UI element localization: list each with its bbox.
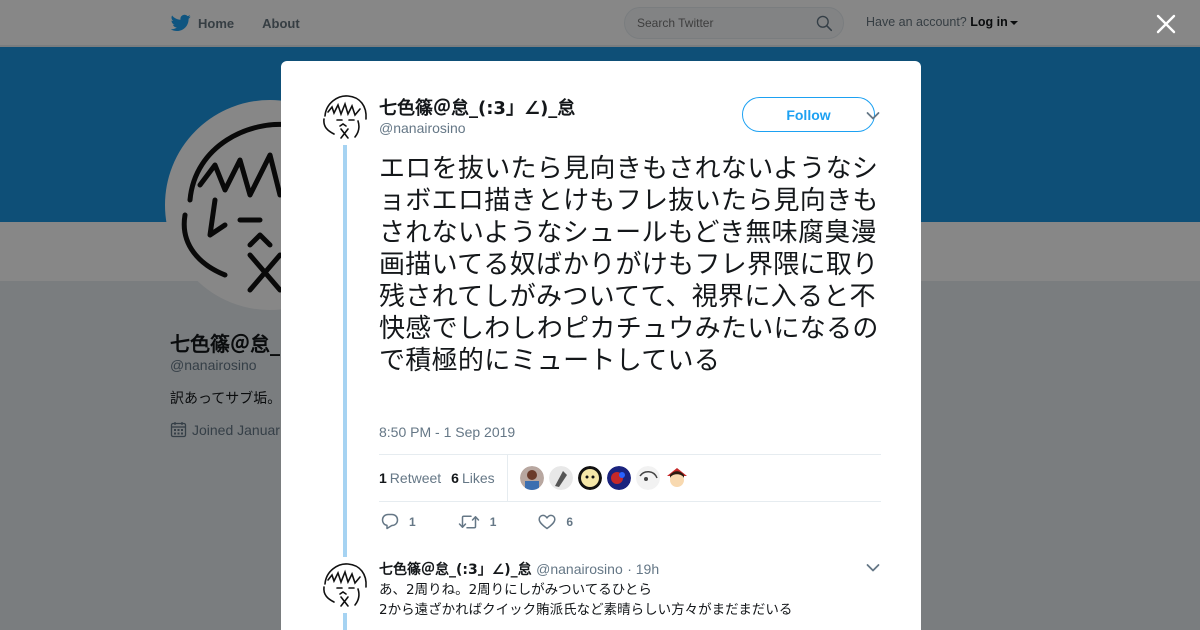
tweet-author-handle[interactable]: @nanairosino (379, 120, 466, 136)
thread-line (343, 145, 347, 557)
reply-thread-line (343, 613, 347, 630)
chevron-down-icon[interactable] (866, 563, 880, 573)
close-icon[interactable] (1154, 12, 1178, 36)
reply-line-2: 2から遠ざかればクイック賄派氏など素晴らしい方々がまだまだいる (379, 602, 793, 618)
reply-author-name[interactable]: 七色篠＠怠_(:3」∠)_怠 (379, 562, 532, 578)
reply-author-handle[interactable]: @nanairosino (536, 561, 623, 577)
reply-author-avatar[interactable] (320, 559, 370, 609)
liker-avatar[interactable] (635, 466, 660, 490)
like-action[interactable]: 6 (538, 514, 573, 530)
retweet-stat-count: 1 (379, 470, 387, 486)
tweet-stats: 1 Retweet 6 Likes (379, 454, 881, 502)
retweet-icon (458, 514, 479, 529)
retweet-stat[interactable]: 1 Retweet (379, 470, 441, 486)
likes-stat[interactable]: 6 Likes (451, 470, 494, 486)
reply-icon (381, 513, 399, 530)
likes-stat-count: 6 (451, 470, 459, 486)
reply-header: 七色篠＠怠_(:3」∠)_怠 @nanairosino · 19h (379, 559, 659, 579)
tweet-modal: 七色篠＠怠_(:3」∠)_怠 @nanairosino Follow エロを抜い… (281, 61, 921, 630)
stats-divider (506, 455, 508, 501)
tweet-timestamp[interactable]: 8:50 PM - 1 Sep 2019 (379, 424, 515, 440)
reply-line-1: あ、2周りね。2周りにしがみついてるひとら (379, 582, 652, 598)
tweet-text: エロを抜いたら見向きもされないようなショボエロ描きとけもフレ抜いたら見向きもされ… (379, 154, 879, 376)
like-action-count: 6 (566, 514, 574, 529)
heart-icon (538, 514, 556, 529)
likes-stat-label: Likes (461, 470, 495, 486)
liker-avatar[interactable] (606, 466, 631, 490)
reply-action[interactable]: 1 (381, 513, 416, 530)
author-avatar[interactable] (320, 91, 370, 141)
reply-time[interactable]: · 19h (627, 561, 659, 577)
tweet-author-name[interactable]: 七色篠＠怠_(:3」∠)_怠 (379, 94, 575, 120)
liker-avatar[interactable] (664, 466, 689, 490)
chevron-down-icon[interactable] (866, 111, 880, 121)
reply-avatar-drawing (323, 563, 367, 607)
reply-text: あ、2周りね。2周りにしがみついてるひとら 2から遠ざかればクイック賄派氏など素… (379, 580, 792, 620)
tweet-actions: 1 1 6 (381, 513, 615, 530)
liker-avatar[interactable] (548, 466, 573, 490)
liker-avatar[interactable] (519, 466, 544, 490)
retweet-action-count: 1 (489, 514, 497, 529)
reply-count: 1 (409, 514, 416, 529)
retweet-action[interactable]: 1 (458, 514, 497, 530)
retweet-stat-label: Retweet (389, 470, 442, 486)
liker-avatar[interactable] (577, 466, 602, 490)
follow-button[interactable]: Follow (742, 97, 875, 132)
author-avatar-drawing (323, 95, 367, 139)
